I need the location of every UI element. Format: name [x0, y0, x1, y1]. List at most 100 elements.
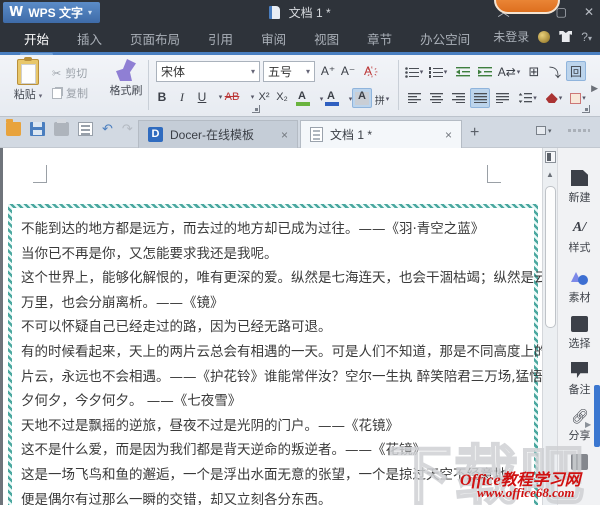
undo-icon[interactable]: ↶: [102, 122, 113, 136]
underline-button[interactable]: U: [192, 87, 212, 107]
text-effects-button[interactable]: A҉: [358, 61, 378, 81]
sidebar-expand-arrow[interactable]: ▶: [585, 420, 591, 429]
font-color-button[interactable]: [322, 89, 342, 109]
save-icon[interactable]: [30, 122, 45, 136]
table-grid-icon[interactable]: ⊞: [524, 62, 544, 82]
align-left-button[interactable]: [404, 88, 424, 108]
ribbon-expand-arrow[interactable]: ▶: [591, 83, 598, 94]
align-right-button[interactable]: [448, 88, 468, 108]
font-name-select[interactable]: 宋体 ▾: [156, 61, 260, 82]
format-painter-icon: [116, 59, 136, 81]
tab-workspace[interactable]: 办公空间: [406, 25, 484, 54]
tab-view[interactable]: 视图: [300, 25, 353, 54]
char-shading-button[interactable]: [352, 88, 372, 108]
margin-crop-mark-right: [487, 165, 501, 183]
sidebar-item-assets[interactable]: 素材: [558, 270, 600, 305]
distribute-button[interactable]: [492, 88, 512, 108]
document-area: 不能到达的地方都是远方，而去过的地方却已成为过往。——《羽·青空之蓝》 当你已不…: [0, 148, 600, 505]
blue-indicator-stripe: [594, 385, 600, 447]
tab-section[interactable]: 章节: [353, 25, 406, 54]
align-center-button[interactable]: [426, 88, 446, 108]
selected-text-block[interactable]: 不能到达的地方都是远方，而去过的地方却已成为过往。——《羽·青空之蓝》 当你已不…: [8, 204, 542, 505]
tab-home[interactable]: 开始: [10, 25, 63, 56]
justify-button[interactable]: [470, 88, 490, 108]
shading-button[interactable]: ▾: [544, 88, 564, 108]
document-icon: [269, 6, 281, 19]
sidebar-item-select[interactable]: 选择: [558, 316, 600, 351]
char-border-button[interactable]: 回: [566, 61, 586, 81]
tab-insert[interactable]: 插入: [63, 25, 116, 54]
font-dialog-launcher[interactable]: [252, 105, 260, 113]
scroll-up-arrow[interactable]: ▲: [546, 170, 554, 179]
help-button[interactable]: ?▾: [581, 30, 592, 44]
superscript-button[interactable]: X²: [254, 87, 274, 107]
text-line: 这个世界上，能够化解恨的，唯有更深的爱。纵然是七海连天，也会干涸枯竭；纵然是云荒: [21, 270, 542, 287]
skin-icon[interactable]: [559, 31, 573, 42]
open-icon[interactable]: [6, 119, 21, 136]
cut-button[interactable]: ✂ 剪切: [52, 63, 88, 83]
format-painter-button[interactable]: 格式刷: [106, 59, 146, 99]
decrease-indent-button[interactable]: [453, 62, 473, 82]
shrink-font-button[interactable]: A⁻: [338, 61, 358, 81]
ribbon-tabs: 开始 插入 页面布局 引用 审阅 视图 章节 办公空间: [10, 25, 484, 56]
font-color-icon: [325, 90, 339, 106]
print-preview-icon[interactable]: [78, 122, 93, 136]
paste-button[interactable]: 粘贴 ▾: [8, 57, 48, 103]
scrollbar-thumb[interactable]: [545, 186, 556, 328]
text-line: 这是一场飞鸟和鱼的邂逅，一个是浮出水面无意的张望，一个是掠过天空不经意地: [21, 466, 507, 483]
ruler-toggle-icon[interactable]: [545, 151, 556, 163]
increase-indent-button[interactable]: [475, 62, 495, 82]
tab-references[interactable]: 引用: [194, 25, 247, 54]
document-text[interactable]: 不能到达的地方都是远方，而去过的地方却已成为过往。——《羽·青空之蓝》 当你已不…: [12, 208, 542, 505]
decrease-indent-icon: [456, 66, 470, 76]
tab-document-1[interactable]: 文档 1 * ×: [300, 120, 462, 148]
account-area: 未登录 ?▾: [493, 28, 592, 45]
new-tab-button[interactable]: +: [470, 124, 479, 142]
quick-access-toolbar: ↶ ↷ ▾: [6, 119, 146, 136]
sidebar-handle[interactable]: [568, 129, 590, 132]
font-size-select[interactable]: 五号 ▾: [263, 61, 315, 82]
tab-page-layout[interactable]: 页面布局: [116, 25, 194, 54]
bullets-button[interactable]: ▾: [404, 62, 424, 82]
grow-font-button[interactable]: A⁺: [318, 61, 338, 81]
line-spacing-button[interactable]: ▾: [518, 88, 538, 108]
text-line: 不可以怀疑自己已经走过的路，因为已经无路可退。: [21, 319, 332, 336]
vertical-scrollbar[interactable]: ▲: [542, 148, 557, 505]
print-icon[interactable]: [54, 119, 69, 136]
italic-button[interactable]: I: [172, 87, 192, 107]
text-line: 这不是什么爱，而是因为我们都是背天逆命的叛逆者。——《花镜》: [21, 442, 426, 459]
page-canvas[interactable]: 不能到达的地方都是远方，而去过的地方却已成为过往。——《羽·青空之蓝》 当你已不…: [0, 148, 542, 505]
tab-review[interactable]: 审阅: [247, 25, 300, 54]
phonetic-guide-button[interactable]: 拼 ▾: [372, 89, 392, 109]
wps-writer-window: W WPS 文字 ▾ 文档 1 * ︿ — ▢ ✕ 开始 插入 页面布局 引用 …: [0, 0, 600, 505]
strikethrough-button[interactable]: AB: [222, 87, 242, 107]
text-line: 不能到达的地方都是远方，而去过的地方却已成为过往。——《羽·青空之蓝》: [21, 221, 485, 237]
coin-icon[interactable]: [538, 30, 551, 43]
bold-button[interactable]: B: [152, 87, 172, 107]
highlight-color-button[interactable]: [293, 89, 313, 109]
close-tab-icon[interactable]: ×: [445, 128, 452, 142]
redo-icon[interactable]: ↷: [122, 122, 133, 136]
close-tab-icon[interactable]: ×: [281, 128, 288, 142]
ribbon: 粘贴 ▾ ✂ 剪切 复制 格式刷 宋体 ▾ 五号 ▾ A⁺ A⁻ A҉ B I …: [0, 55, 600, 117]
tab-list-button[interactable]: ▾: [536, 126, 552, 135]
copy-button[interactable]: 复制: [52, 83, 88, 103]
new-document-icon: [571, 170, 588, 186]
sidebar-item-styles[interactable]: A/ 样式: [558, 220, 600, 255]
tab-docer-templates[interactable]: D Docer-在线模板 ×: [138, 120, 298, 148]
highlight-color-icon: [296, 90, 310, 106]
show-marks-button[interactable]: ⤵: [545, 62, 565, 82]
right-sidebar: 新建 A/ 样式 素材 选择 备注 🔗︎ 分享: [557, 148, 600, 505]
char-shading-icon: [355, 90, 369, 105]
sidebar-item-new[interactable]: 新建: [558, 170, 600, 205]
close-button[interactable]: ✕: [584, 6, 594, 18]
numbering-button[interactable]: ▾: [428, 62, 448, 82]
sidebar-item-more[interactable]: [558, 454, 600, 470]
text-direction-button[interactable]: A⇄ ▾: [498, 62, 521, 82]
login-button[interactable]: 未登录: [493, 28, 529, 45]
text-line: 片云，永远也不会相遇。——《护花铃》谁能常伴汝？空尔一生执 醉笑陪君三万场,猛悟…: [21, 368, 542, 385]
subscript-button[interactable]: X₂: [272, 87, 292, 107]
copy-icon: [52, 87, 62, 99]
distribute-icon: [495, 93, 509, 103]
paragraph-dialog-launcher[interactable]: [582, 105, 590, 113]
